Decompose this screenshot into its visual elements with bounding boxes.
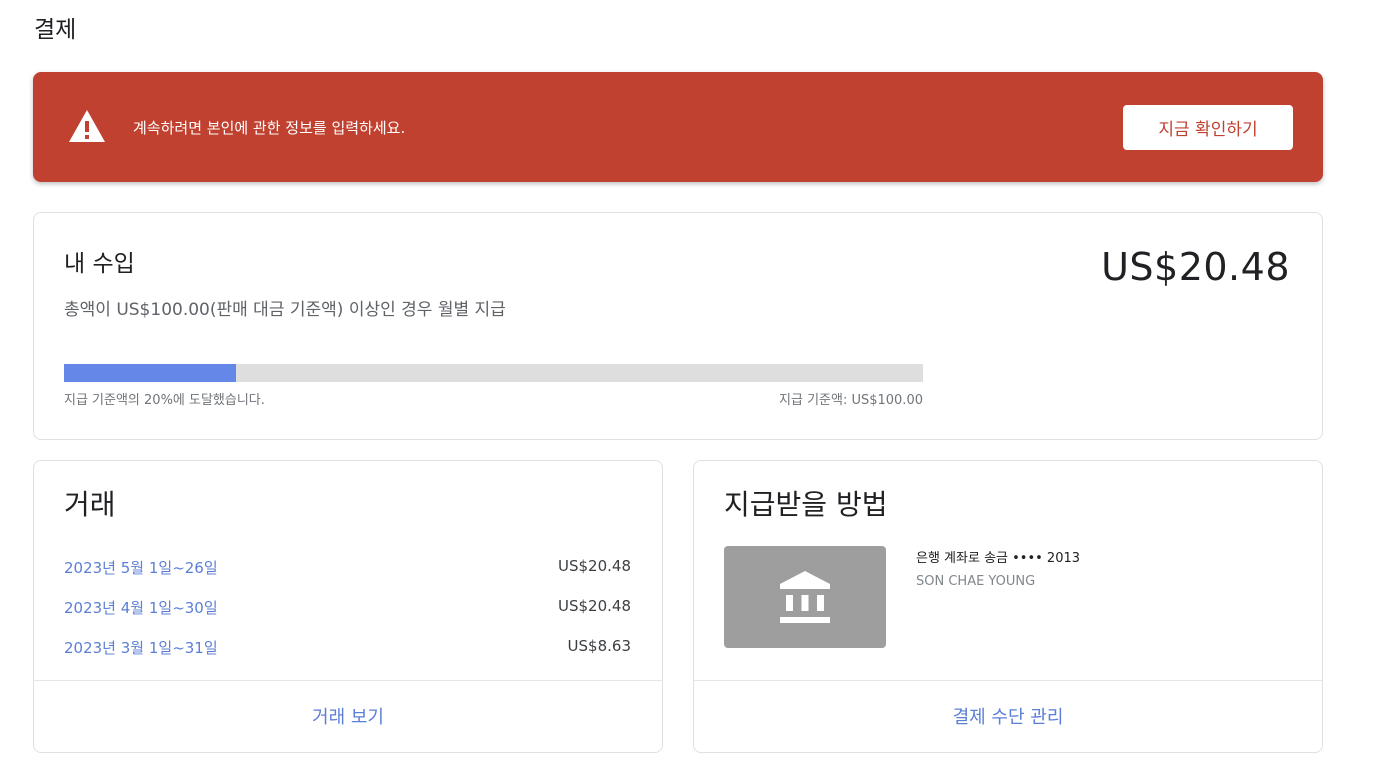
bank-icon xyxy=(780,571,830,623)
warning-triangle-icon xyxy=(69,110,105,142)
earnings-amount: US$20.48 xyxy=(1101,245,1290,289)
payment-divider xyxy=(694,680,1322,681)
payout-progress-fill xyxy=(64,364,236,382)
verify-now-button[interactable]: 지금 확인하기 xyxy=(1123,105,1293,150)
transaction-period-link[interactable]: 2023년 4월 1일~30일 xyxy=(64,597,218,618)
transaction-amount: US$8.63 xyxy=(567,637,631,655)
transactions-title: 거래 xyxy=(64,488,116,521)
payout-progress-bar xyxy=(64,364,923,382)
view-transactions-link[interactable]: 거래 보기 xyxy=(34,703,662,729)
payout-threshold-label: 지급 기준액: US$100.00 xyxy=(779,393,923,408)
transaction-amount: US$20.48 xyxy=(558,557,631,575)
earnings-subtitle: 총액이 US$100.00(판매 대금 기준액) 이상인 경우 월별 지급 xyxy=(64,300,506,320)
transaction-period-link[interactable]: 2023년 5월 1일~26일 xyxy=(64,557,218,578)
progress-status-label: 지급 기준액의 20%에 도달했습니다. xyxy=(64,393,265,408)
transaction-period-link[interactable]: 2023년 3월 1일~31일 xyxy=(64,637,218,658)
payment-method-title: 지급받을 방법 xyxy=(724,488,888,521)
page-title: 결제 xyxy=(34,17,77,43)
manage-payment-methods-link[interactable]: 결제 수단 관리 xyxy=(694,703,1322,729)
transaction-amount: US$20.48 xyxy=(558,597,631,615)
transactions-divider xyxy=(34,680,662,681)
earnings-title: 내 수입 xyxy=(64,251,135,277)
account-holder-name: SON CHAE YOUNG xyxy=(916,574,1036,589)
alert-message: 계속하려면 본인에 관한 정보를 입력하세요. xyxy=(133,119,406,137)
bank-account-label: 은행 계좌로 송금 •••• 2013 xyxy=(916,551,1081,566)
